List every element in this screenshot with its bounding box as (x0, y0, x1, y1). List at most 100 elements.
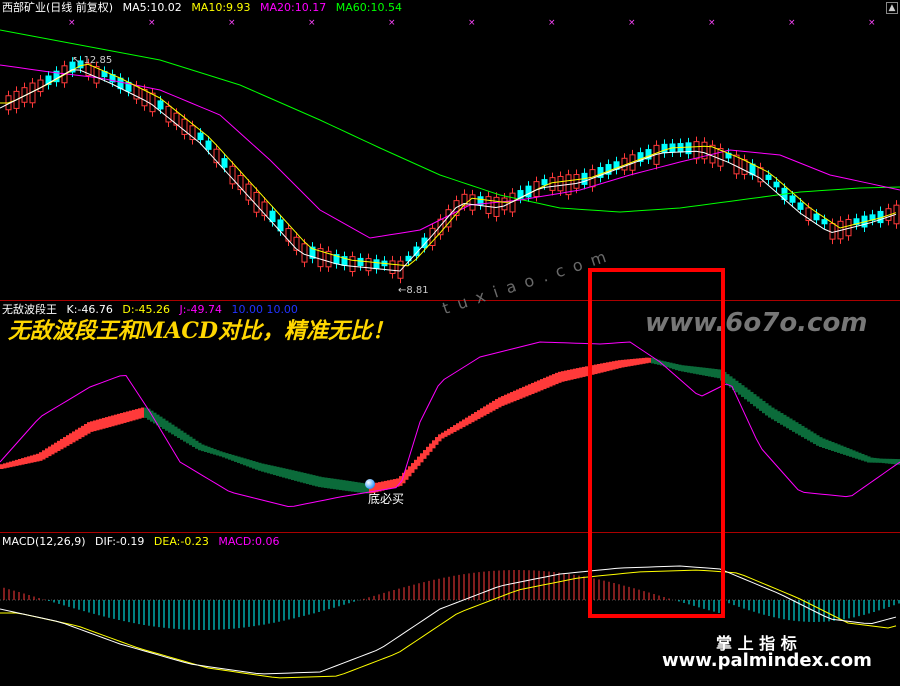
wave-band-segment (765, 403, 769, 416)
wave-band-segment (360, 482, 364, 493)
marker-icon: × (308, 18, 316, 28)
wave-band-segment (447, 428, 451, 436)
wave-band-segment (120, 413, 124, 424)
wave-band-segment (27, 456, 31, 464)
marker-icon: × (228, 18, 236, 28)
wave-band-segment (72, 431, 76, 443)
ma60-line (0, 29, 900, 213)
candle-body (829, 223, 836, 240)
wave-band-segment (111, 415, 115, 427)
wave-band-segment (165, 420, 169, 431)
wave-band-segment (798, 424, 802, 436)
wave-band-segment (174, 426, 178, 437)
wave-band-segment (87, 422, 91, 434)
wave-band-segment (24, 457, 28, 465)
candle-body (373, 259, 380, 270)
wave-band-segment (777, 411, 781, 423)
wave-band-segment (879, 458, 883, 463)
wave-band-segment (300, 472, 304, 483)
candle-body (357, 257, 364, 267)
wave-band-segment (336, 479, 340, 490)
wave-band-segment (561, 371, 565, 382)
candle-body (789, 195, 796, 203)
wave-band-segment (0, 464, 4, 469)
candle-body (765, 174, 772, 181)
wave-band-segment (348, 481, 352, 492)
wave-band-segment (30, 455, 34, 463)
wave-band-segment (69, 433, 73, 445)
wave-band-segment (138, 408, 142, 419)
marker-icon: × (468, 18, 476, 28)
wave-band-segment (246, 459, 250, 467)
marker-icon: × (148, 18, 156, 28)
wave-band-segment (216, 450, 220, 456)
wave-band-segment (93, 420, 97, 432)
candle-body (389, 260, 396, 274)
wave-band-segment (306, 473, 310, 485)
wave-band-segment (477, 410, 481, 419)
price-panel: × × × × × × × × × × × 西部矿业(日线 前复权) MA5:10.02 MA10:… (0, 0, 900, 300)
candle-body (693, 141, 700, 160)
candle-body (485, 196, 492, 214)
wave-band-segment (198, 442, 202, 451)
wave-band-segment (48, 446, 52, 457)
high-price-marker: ↖ 12.85 (72, 55, 113, 66)
wave-band-segment (834, 443, 838, 452)
wave-band-segment (837, 444, 841, 453)
wave-band-segment (504, 394, 508, 405)
wave-band-segment (429, 443, 433, 452)
candle-body (149, 92, 156, 113)
wave-band-segment (291, 470, 295, 481)
wave-band-segment (441, 432, 445, 439)
wave-band-segment (273, 466, 277, 476)
wave-band-segment (195, 440, 199, 449)
wave-band-segment (240, 457, 244, 465)
candle-body (733, 154, 740, 175)
price-header: 西部矿业(日线 前复权) MA5:10.02 MA10:9.93 MA20:10… (2, 0, 408, 16)
candle-body (205, 140, 212, 150)
wave-band-segment (231, 454, 235, 461)
wave-band-segment (789, 418, 793, 431)
wave-band-segment (510, 392, 514, 403)
wave-band-segment (786, 416, 790, 429)
wave-band-segment (42, 450, 46, 460)
wave-band-segment (45, 448, 49, 458)
wave-band-segment (258, 462, 262, 471)
wave-band-segment (237, 456, 241, 464)
wave-band-segment (873, 457, 877, 463)
wave-band-segment (57, 440, 61, 451)
wave-band-segment (558, 371, 562, 383)
candle-body (469, 194, 476, 211)
wave-band-segment (537, 380, 541, 392)
wave-band-segment (444, 430, 448, 437)
wave-band-segment (63, 437, 67, 448)
wave-band-segment (264, 464, 268, 473)
ma20-label: MA20:10.17 (260, 1, 327, 14)
wave-band-segment (183, 432, 187, 442)
wave-band-segment (831, 442, 835, 451)
wave-band-segment (99, 418, 103, 430)
wave-band-segment (351, 481, 355, 492)
wave-band-segment (18, 458, 22, 466)
wave-band-segment (804, 427, 808, 439)
wave-band-segment (222, 452, 226, 458)
wave-band-segment (159, 416, 163, 428)
candle-body (573, 174, 580, 189)
candle-body (349, 256, 356, 273)
wave-band-segment (54, 442, 58, 453)
wave-band-segment (171, 424, 175, 435)
wave-band-segment (579, 367, 583, 378)
highlight-box (588, 268, 725, 618)
candle-body (285, 228, 292, 242)
candle-body (253, 191, 260, 213)
wave-band-segment (168, 422, 172, 433)
wave-band-segment (432, 440, 436, 449)
candle-body (197, 132, 204, 141)
wave-band-segment (855, 451, 859, 459)
wave-band-segment (840, 445, 844, 454)
collapse-toggle[interactable]: ▲ (886, 2, 898, 14)
candle-body (141, 88, 148, 107)
wave-band-segment (792, 420, 796, 432)
wave-band-segment (321, 477, 325, 488)
wave-band-segment (330, 478, 334, 489)
